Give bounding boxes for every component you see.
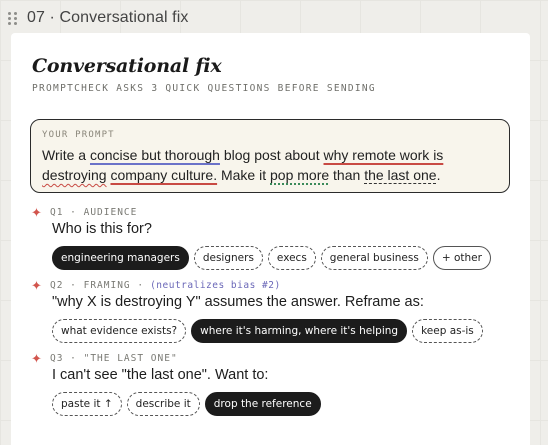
prompt-segment: than: [329, 167, 365, 183]
question-text: Who is this for?: [52, 221, 152, 237]
sparkle-icon: ✦: [31, 204, 42, 220]
sparkle-icon: ✦: [31, 277, 42, 293]
question-meta: Q2 · FRAMING ·: [50, 279, 145, 291]
highlight-vague-phrase[interactable]: concise but thorough: [90, 147, 220, 163]
highlight-biased-framing-cont[interactable]: company culture.: [110, 167, 217, 183]
prompt-label: YOUR PROMPT: [42, 130, 115, 140]
option-chips: paste it ↑ describe it drop the referenc…: [52, 392, 321, 416]
question-last-one: ✦ Q3 · "THE LAST ONE" I can't see "the l…: [31, 351, 321, 416]
highlight-loaded-word[interactable]: destroying: [42, 167, 107, 183]
card-title: Conversational fix: [32, 55, 222, 77]
question-text: I can't see "the last one". Want to:: [52, 367, 269, 383]
question-audience: ✦ Q1 · AUDIENCE Who is this for? enginee…: [31, 205, 491, 270]
card-subtitle: PROMPTCHECK ASKS 3 QUICK QUESTIONS BEFOR…: [32, 83, 376, 94]
question-meta: Q3 · "THE LAST ONE": [50, 352, 178, 364]
highlight-missing-reference[interactable]: the last one: [364, 167, 436, 183]
option-chip-drop-reference[interactable]: drop the reference: [204, 392, 321, 416]
option-chip-keep-as-is[interactable]: keep as-is: [412, 319, 483, 343]
option-chip-other[interactable]: + other: [432, 246, 491, 270]
option-chip-paste-it[interactable]: paste it ↑: [52, 392, 122, 416]
question-text: "why X is destroying Y" assumes the answ…: [52, 294, 424, 310]
option-chips: engineering managers designers execs gen…: [52, 246, 491, 270]
prompt-segment: Make it: [217, 167, 270, 183]
option-chip-general-business[interactable]: general business: [320, 246, 428, 270]
option-chip-harming-helping[interactable]: where it's harming, where it's helping: [191, 319, 408, 343]
option-chips: what evidence exists? where it's harming…: [52, 319, 483, 343]
prompt-text: Write a concise but thorough blog post a…: [42, 145, 499, 185]
frame-title: 07 · Conversational fix: [27, 9, 189, 26]
conversational-fix-card: Conversational fix PROMPTCHECK ASKS 3 QU…: [11, 33, 530, 445]
prompt-box: YOUR PROMPT Write a concise but thorough…: [30, 119, 510, 193]
prompt-segment: Write a: [42, 147, 90, 163]
question-meta: Q1 · AUDIENCE: [50, 206, 138, 218]
sparkle-icon: ✦: [31, 350, 42, 366]
prompt-segment: .: [436, 167, 441, 183]
question-framing: ✦ Q2 · FRAMING · (neutralizes bias #2) "…: [31, 278, 483, 343]
highlight-vague-request[interactable]: pop more: [270, 167, 329, 183]
option-chip-execs[interactable]: execs: [267, 246, 316, 270]
option-chip-engineering-managers[interactable]: engineering managers: [52, 246, 189, 270]
highlight-biased-framing[interactable]: why remote work is: [324, 147, 444, 163]
drag-handle-icon[interactable]: [8, 11, 17, 25]
option-chip-describe-it[interactable]: describe it: [126, 392, 200, 416]
option-chip-designers[interactable]: designers: [193, 246, 263, 270]
prompt-segment: blog post about: [219, 147, 324, 163]
option-chip-what-evidence[interactable]: what evidence exists?: [52, 319, 187, 343]
frame-header: 07 · Conversational fix: [8, 7, 189, 29]
question-note: (neutralizes bias #2): [150, 279, 281, 291]
